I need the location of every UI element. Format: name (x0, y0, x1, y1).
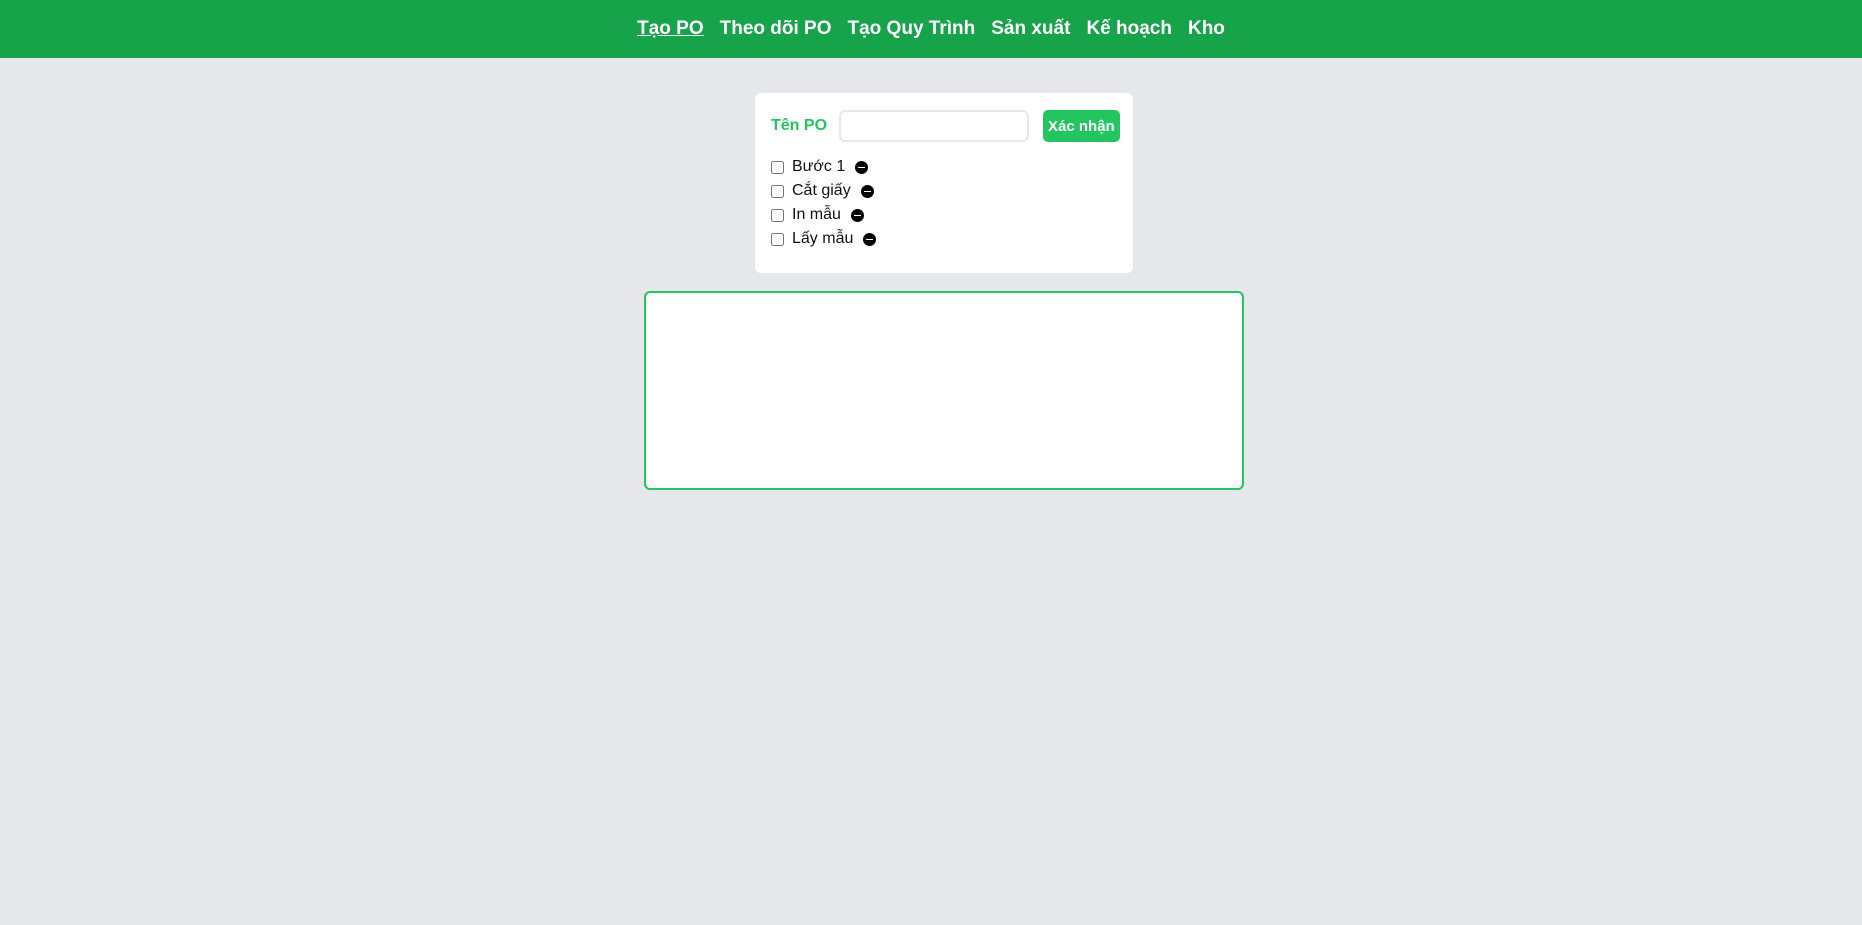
po-name-row: Tên PO Xác nhận (771, 109, 1120, 143)
nav-item-kho[interactable]: Kho (1188, 18, 1225, 40)
minus-circle-icon[interactable] (860, 184, 874, 198)
step-checkbox[interactable] (771, 160, 784, 174)
minus-circle-icon[interactable] (855, 160, 869, 174)
nav-item-san-xuat[interactable]: Sản xuất (991, 18, 1070, 40)
po-form-card: Tên PO Xác nhận Bước 1 Cắt giấy In mẫu L… (755, 93, 1133, 273)
step-item: Bước 1 (771, 155, 1117, 179)
process-output-panel (644, 291, 1244, 490)
po-name-label: Tên PO (771, 117, 828, 134)
nav-item-tao-po[interactable]: Tạo PO (637, 18, 704, 40)
step-item: Cắt giấy (771, 179, 1117, 203)
nav-item-theo-doi-po[interactable]: Theo dõi PO (720, 18, 832, 40)
step-item: Lấy mẫu (771, 227, 1117, 251)
step-label: Cắt giấy (792, 182, 851, 199)
minus-circle-icon[interactable] (850, 208, 864, 222)
step-label: Bước 1 (792, 158, 846, 175)
po-name-input[interactable] (839, 110, 1030, 142)
step-checkbox[interactable] (771, 208, 784, 222)
step-checkbox[interactable] (771, 232, 784, 246)
top-nav: Tạo PO Theo dõi PO Tạo Quy Trình Sản xuấ… (0, 0, 1862, 58)
nav-item-ke-hoach[interactable]: Kế hoạch (1086, 18, 1172, 40)
step-checkbox[interactable] (771, 184, 784, 198)
step-label: Lấy mẫu (792, 230, 854, 247)
step-list: Bước 1 Cắt giấy In mẫu Lấy mẫu (771, 155, 1117, 251)
step-item: In mẫu (771, 203, 1117, 227)
nav-item-tao-quy-trinh[interactable]: Tạo Quy Trình (848, 18, 976, 40)
step-label: In mẫu (792, 206, 841, 223)
confirm-button[interactable]: Xác nhận (1043, 110, 1120, 142)
minus-circle-icon[interactable] (863, 232, 877, 246)
